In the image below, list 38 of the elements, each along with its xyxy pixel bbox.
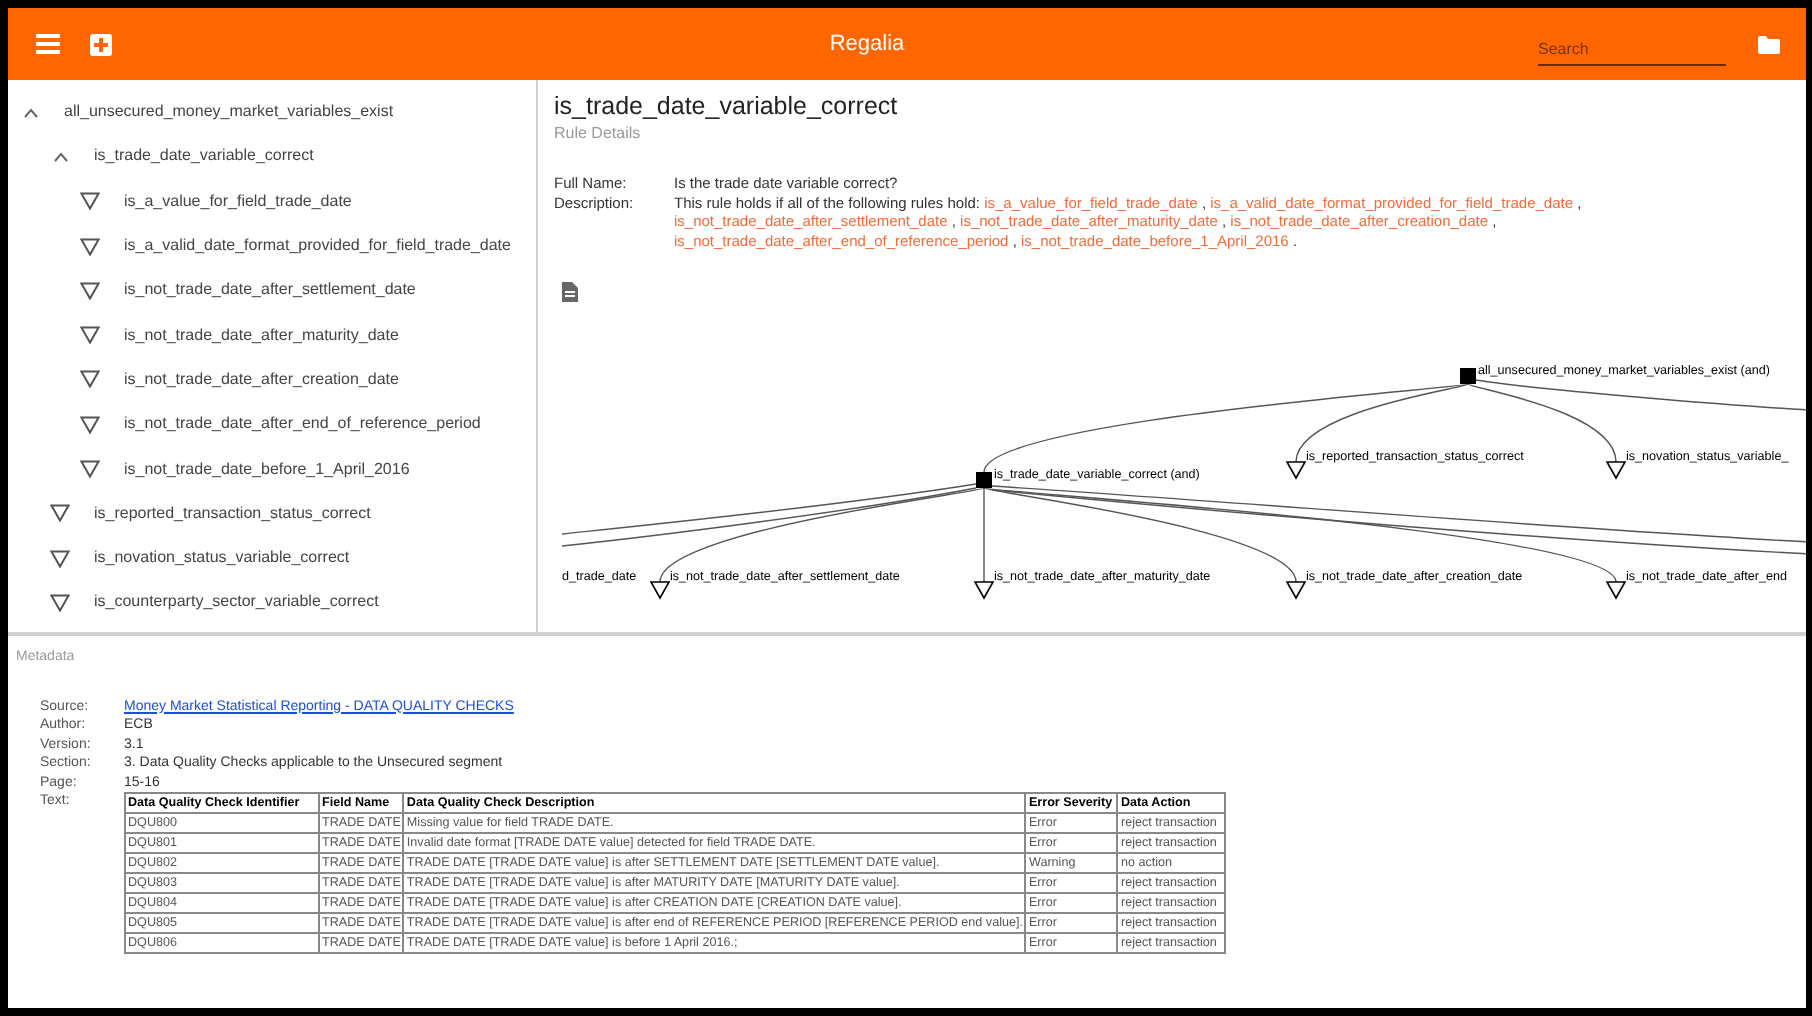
triangle-icon	[50, 548, 70, 569]
menu-icon[interactable]	[32, 28, 64, 60]
add-icon[interactable]	[84, 28, 116, 60]
triangle-icon	[80, 280, 100, 301]
triangle-icon	[80, 369, 100, 390]
tree-item[interactable]: is_not_trade_date_after_end_of_reference_period	[124, 412, 481, 437]
leaf-node[interactable]	[649, 581, 671, 600]
leaf-node[interactable]	[1285, 581, 1307, 600]
tree-item[interactable]: is_not_trade_date_after_maturity_date	[124, 323, 399, 348]
triangle-icon	[50, 503, 70, 524]
tree-item[interactable]: is_not_trade_date_before_1_April_2016	[124, 457, 410, 482]
triangle-icon	[80, 459, 100, 480]
tree-item[interactable]: is_not_trade_date_after_settlement_date	[124, 278, 416, 303]
tree-item[interactable]: is_novation_status_variable_correct	[94, 546, 350, 571]
leaf-node[interactable]	[973, 581, 995, 600]
and-node[interactable]	[976, 472, 992, 488]
tree-item[interactable]: is_reported_transaction_status_correct	[94, 501, 371, 526]
rule-title: is_trade_date_variable_correct	[554, 92, 900, 122]
tree-item[interactable]: is_not_trade_date_after_creation_date	[124, 367, 399, 392]
rule-subtitle: Rule Details	[554, 122, 643, 146]
tree-item[interactable]: is_trade_date_variable_correct	[94, 144, 314, 169]
document-icon[interactable]	[562, 282, 578, 302]
leaf-node[interactable]	[1285, 461, 1307, 480]
tree-item[interactable]: all_unsecured_money_market_variables_exist	[64, 100, 394, 125]
tree-item[interactable]: is_a_valid_date_format_provided_for_field_trade_date	[124, 234, 511, 259]
and-node[interactable]	[1460, 368, 1476, 384]
triangle-icon	[80, 325, 100, 346]
triangle-icon	[80, 414, 100, 435]
app-title: Regalia	[829, 29, 905, 60]
tree-item[interactable]: is_a_value_for_field_trade_date	[124, 189, 352, 214]
tree-item[interactable]: is_counterparty_sector_variable_correct	[94, 590, 379, 615]
triangle-icon	[80, 191, 100, 212]
triangle-icon	[80, 236, 100, 257]
folder-icon[interactable]	[1754, 30, 1782, 58]
leaf-node[interactable]	[1605, 461, 1627, 480]
leaf-node[interactable]	[1605, 581, 1627, 600]
search-field[interactable]: Search	[1538, 34, 1726, 66]
triangle-icon	[50, 592, 70, 613]
